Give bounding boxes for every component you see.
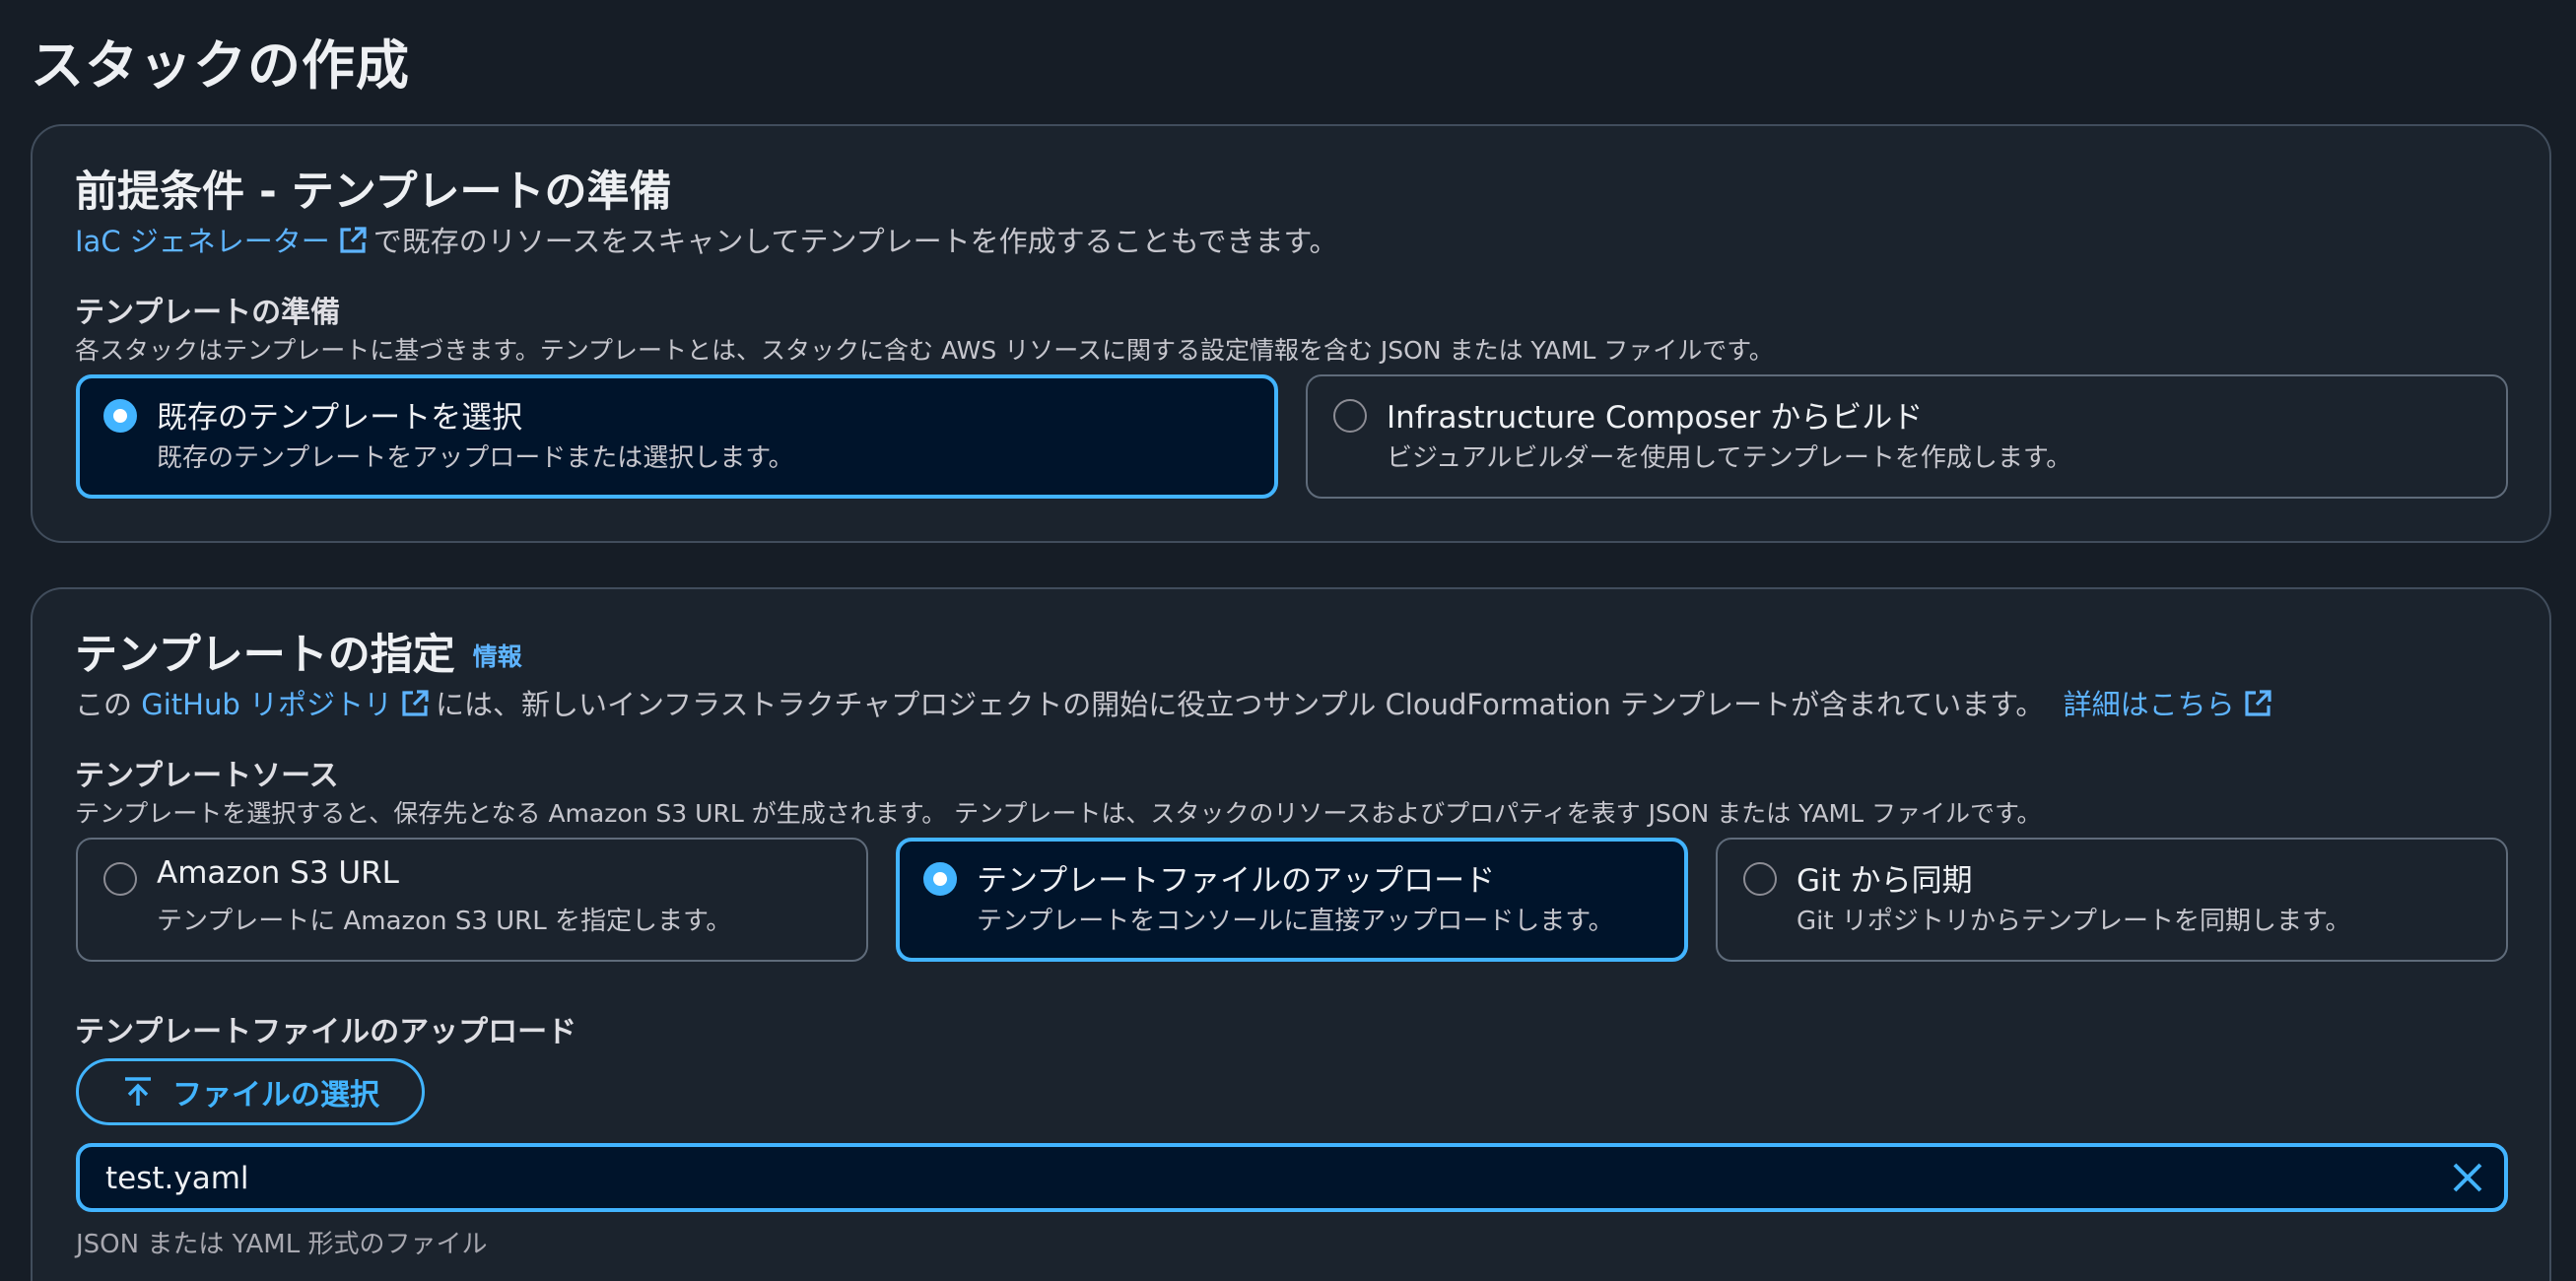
external-link-icon[interactable] — [2243, 689, 2272, 718]
specify-template-title: テンプレートの指定 — [75, 631, 455, 680]
learn-more-link[interactable]: 詳細はこちら — [2064, 688, 2235, 721]
choose-file-button[interactable]: ファイルの選択 — [76, 1058, 425, 1125]
close-icon[interactable] — [2449, 1159, 2486, 1196]
page-title: スタックの作成 — [31, 34, 410, 97]
external-link-icon[interactable] — [338, 226, 368, 255]
upload-file-label: テンプレートファイルのアップロード — [75, 1015, 577, 1049]
source-description: Git リポジトリからテンプレートを同期します。 — [1796, 907, 2351, 936]
file-name: test.yaml — [105, 1161, 249, 1196]
specify-template-panel: テンプレートの指定 情報 この GitHub リポジトリ には、新しいインフラストラ… — [31, 587, 2551, 1281]
radio-existing-template[interactable] — [103, 399, 137, 433]
github-repository-link[interactable]: GitHub リポジトリ — [141, 688, 392, 721]
option-existing-template[interactable]: 既存のテンプレートを選択 既存のテンプレートをアップロードまたは選択します。 — [76, 374, 1278, 499]
source-upload-file[interactable]: テンプレートファイルのアップロード テンプレートをコンソールに直接アップロードし… — [896, 838, 1688, 962]
github-text-before: この — [75, 688, 133, 721]
create-stack-page: スタックの作成 前提条件 - テンプレートの準備 IaC ジェネレーター で既存の… — [0, 0, 2576, 1281]
radio-s3-url[interactable] — [103, 862, 137, 896]
template-source-description: テンプレートを選択すると、保存先となる Amazon S3 URL が生成されま… — [75, 799, 2042, 828]
source-description: テンプレートをコンソールに直接アップロードします。 — [977, 907, 1614, 936]
iac-generator-description: で既存のリソースをスキャンしてテンプレートを作成することもできます。 — [373, 225, 1338, 258]
external-link-icon[interactable] — [400, 689, 430, 718]
specify-template-heading: テンプレートの指定 情報 — [75, 621, 522, 682]
info-link[interactable]: 情報 — [473, 642, 522, 671]
iac-generator-text: IaC ジェネレーター で既存のリソースをスキャンしてテンプレートを作成することも… — [75, 219, 1338, 260]
option-title: Infrastructure Composer からビルド — [1387, 400, 1924, 436]
option-description: ビジュアルビルダーを使用してテンプレートを作成します。 — [1387, 443, 2072, 473]
choose-file-label: ファイルの選択 — [172, 1078, 379, 1112]
source-description: テンプレートに Amazon S3 URL を指定します。 — [157, 907, 732, 936]
iac-generator-link[interactable]: IaC ジェネレーター — [75, 225, 330, 258]
file-format-hint: JSON または YAML 形式のファイル — [76, 1230, 488, 1259]
template-source-label: テンプレートソース — [75, 759, 339, 793]
option-description: 既存のテンプレートをアップロードまたは選択します。 — [157, 443, 794, 473]
upload-icon — [125, 1077, 151, 1106]
option-infrastructure-composer[interactable]: Infrastructure Composer からビルド ビジュアルビルダーを… — [1306, 374, 2508, 499]
source-git-sync[interactable]: Git から同期 Git リポジトリからテンプレートを同期します。 — [1716, 838, 2508, 962]
radio-upload-file[interactable] — [923, 862, 957, 896]
github-description: この GitHub リポジトリ には、新しいインフラストラクチャプロジェクトの開始… — [75, 682, 2278, 723]
source-s3-url[interactable]: Amazon S3 URL テンプレートに Amazon S3 URL を指定し… — [76, 838, 868, 962]
option-title: 既存のテンプレートを選択 — [157, 400, 523, 436]
source-title: テンプレートファイルのアップロード — [977, 863, 1496, 899]
github-text-middle: には、新しいインフラストラクチャプロジェクトの開始に役立つサンプル CloudF… — [435, 688, 2045, 721]
selected-file-field[interactable]: test.yaml — [76, 1143, 2508, 1212]
prerequisite-heading: 前提条件 - テンプレートの準備 — [75, 168, 672, 217]
prepare-template-label: テンプレートの準備 — [75, 296, 341, 330]
prerequisite-panel: 前提条件 - テンプレートの準備 IaC ジェネレーター で既存のリソースをスキャ… — [31, 124, 2551, 543]
radio-infrastructure-composer[interactable] — [1333, 399, 1367, 433]
source-title: Amazon S3 URL — [157, 855, 399, 891]
source-title: Git から同期 — [1796, 863, 1973, 899]
radio-git-sync[interactable] — [1743, 862, 1777, 896]
prepare-template-description: 各スタックはテンプレートに基づきます。テンプレートとは、スタックに含む AWS … — [75, 336, 1774, 365]
